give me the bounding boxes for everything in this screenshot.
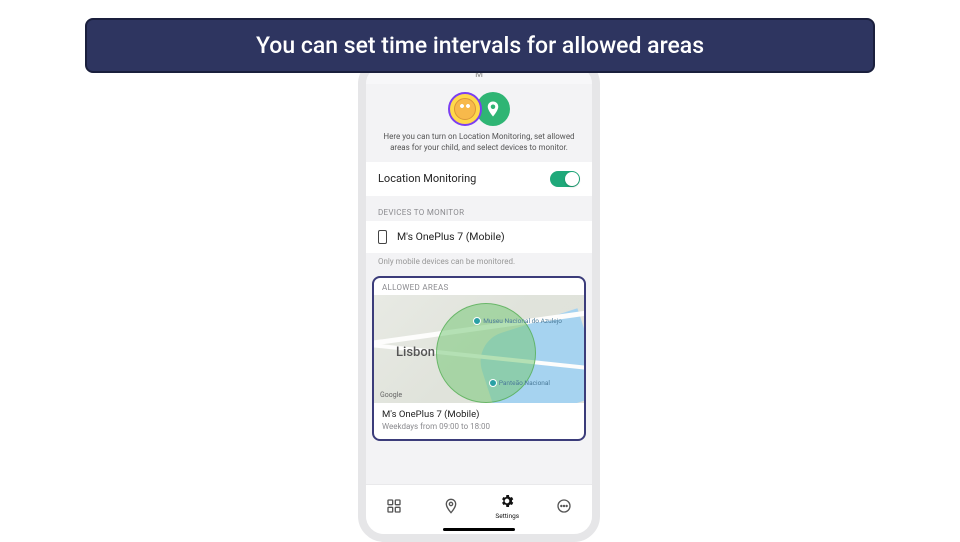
header-icons	[366, 92, 592, 126]
device-name: M's OnePlus 7 (Mobile)	[397, 230, 505, 243]
map-provider-logo: Google	[380, 391, 402, 399]
poi-pin-icon	[489, 379, 497, 387]
location-monitoring-toggle[interactable]	[550, 171, 580, 187]
pin-outline-icon	[442, 497, 460, 515]
map-preview[interactable]: Lisbon Museu Nacional do Azulejo Panteão…	[374, 295, 584, 403]
home-indicator	[443, 528, 515, 532]
nav-location[interactable]	[431, 497, 471, 515]
grid-icon	[385, 497, 403, 515]
map-city-label: Lisbon	[396, 345, 435, 360]
map-poi: Museu Nacional do Azulejo	[473, 317, 562, 325]
nav-dashboard[interactable]	[374, 497, 414, 515]
devices-section-label: DEVICES TO MONITOR	[366, 196, 592, 221]
location-monitoring-row[interactable]: Location Monitoring	[366, 162, 592, 196]
location-monitoring-label: Location Monitoring	[378, 172, 476, 185]
poi-pin-icon	[473, 317, 481, 325]
circle-dots-icon	[555, 497, 573, 515]
map-poi: Panteão Nacional	[489, 379, 550, 387]
screen: M Here you can turn on Location Monitori…	[366, 66, 592, 534]
phone-icon	[378, 230, 387, 244]
area-schedule: Weekdays from 09:00 to 18:00	[382, 422, 576, 431]
devices-hint: Only mobile devices can be monitored.	[366, 253, 592, 274]
intro-description: Here you can turn on Location Monitoring…	[366, 132, 592, 162]
nav-settings-label: Settings	[495, 512, 519, 520]
child-avatar-icon	[448, 92, 482, 126]
phone-frame: M Here you can turn on Location Monitori…	[358, 58, 600, 542]
gear-icon	[498, 492, 516, 510]
area-info: M's OnePlus 7 (Mobile) Weekdays from 09:…	[374, 403, 584, 439]
area-title: M's OnePlus 7 (Mobile)	[382, 409, 576, 420]
caption-text: You can set time intervals for allowed a…	[256, 32, 704, 59]
allowed-area-card[interactable]: ALLOWED AREAS Lisbon Museu Nacional do A…	[372, 276, 586, 441]
bottom-nav: Settings	[366, 484, 592, 534]
device-row[interactable]: M's OnePlus 7 (Mobile)	[366, 221, 592, 253]
caption-banner: You can set time intervals for allowed a…	[85, 18, 875, 73]
nav-more[interactable]	[544, 497, 584, 515]
nav-settings[interactable]: Settings	[487, 492, 527, 520]
allowed-areas-label: ALLOWED AREAS	[374, 278, 584, 295]
